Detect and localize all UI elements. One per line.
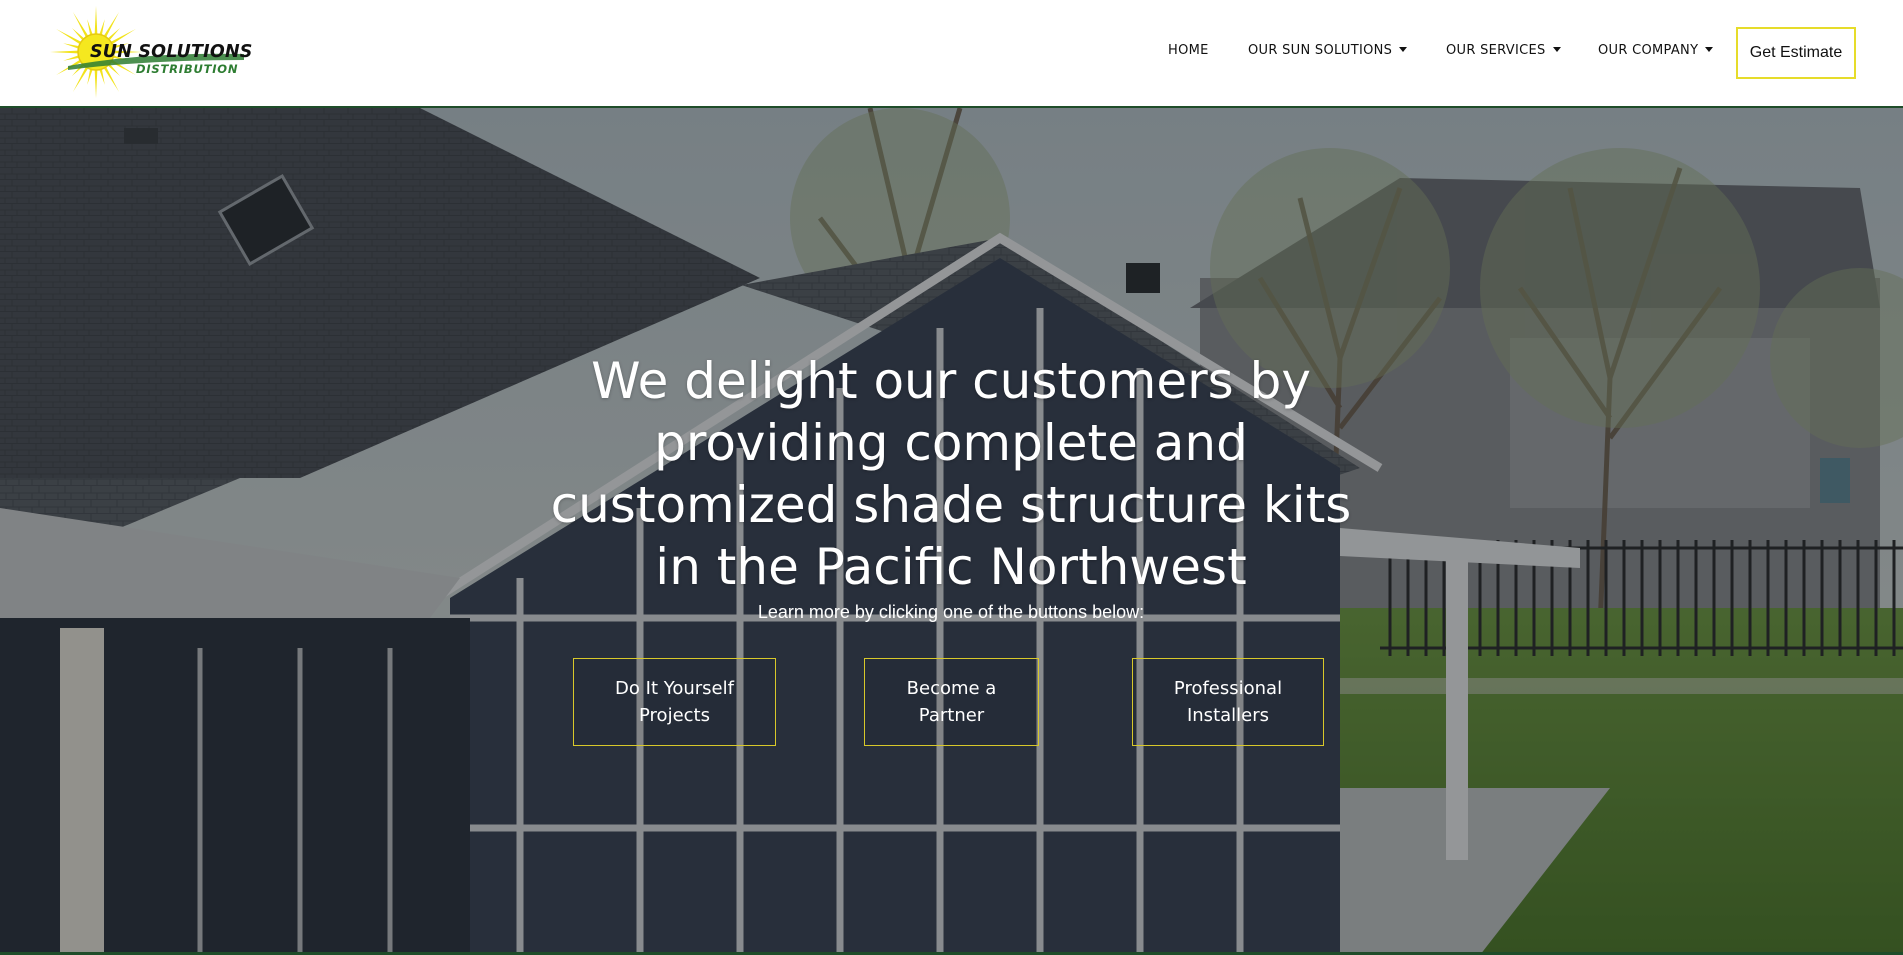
chevron-down-icon (1399, 47, 1408, 52)
hero-section: We delight our customers by providing co… (0, 108, 1903, 955)
brand-logo[interactable]: SUN SOLUTIONS DISTRIBUTION (48, 4, 252, 102)
chevron-down-icon (1705, 47, 1714, 52)
become-partner-label-line2: Partner (918, 705, 985, 726)
brand-name-secondary: DISTRIBUTION (136, 62, 239, 76)
diy-projects-label-line2: Projects (639, 705, 710, 726)
become-partner-label-line1: Become a (906, 678, 997, 699)
professional-installers-label-line1: Professional (1173, 678, 1283, 699)
nav-home-label: HOME (1168, 43, 1209, 58)
professional-installers-button[interactable]: Professional Installers (1132, 658, 1324, 746)
professional-installers-button-label: Professional Installers (1174, 675, 1282, 729)
hero-subtitle: Learn more by clicking one of the button… (757, 602, 1145, 622)
nav-our-sun-solutions[interactable]: OUR SUN SOLUTIONS (1248, 43, 1408, 58)
site-header: SUN SOLUTIONS DISTRIBUTION HOME OUR SUN … (0, 0, 1903, 108)
get-estimate-button[interactable]: Get Estimate (1736, 27, 1856, 79)
nav-home[interactable]: HOME (1168, 43, 1209, 58)
nav-our-sun-solutions-label: OUR SUN SOLUTIONS (1248, 43, 1393, 58)
nav-our-services[interactable]: OUR SERVICES (1446, 43, 1561, 58)
chevron-down-icon (1552, 47, 1561, 52)
become-partner-button-label: Become a Partner (907, 675, 997, 729)
brand-name-primary: SUN SOLUTIONS (90, 42, 253, 62)
nav-our-company[interactable]: OUR COMPANY (1598, 43, 1714, 58)
nav-our-company-label: OUR COMPANY (1598, 43, 1699, 58)
nav-our-services-label: OUR SERVICES (1446, 43, 1546, 58)
hero-title: We delight our customers by providing co… (550, 351, 1352, 596)
professional-installers-label-line2: Installers (1186, 705, 1270, 726)
become-partner-button[interactable]: Become a Partner (864, 658, 1039, 746)
diy-projects-button[interactable]: Do It Yourself Projects (573, 658, 776, 746)
diy-projects-button-label: Do It Yourself Projects (615, 675, 734, 729)
diy-projects-label-line1: Do It Yourself (615, 678, 734, 699)
